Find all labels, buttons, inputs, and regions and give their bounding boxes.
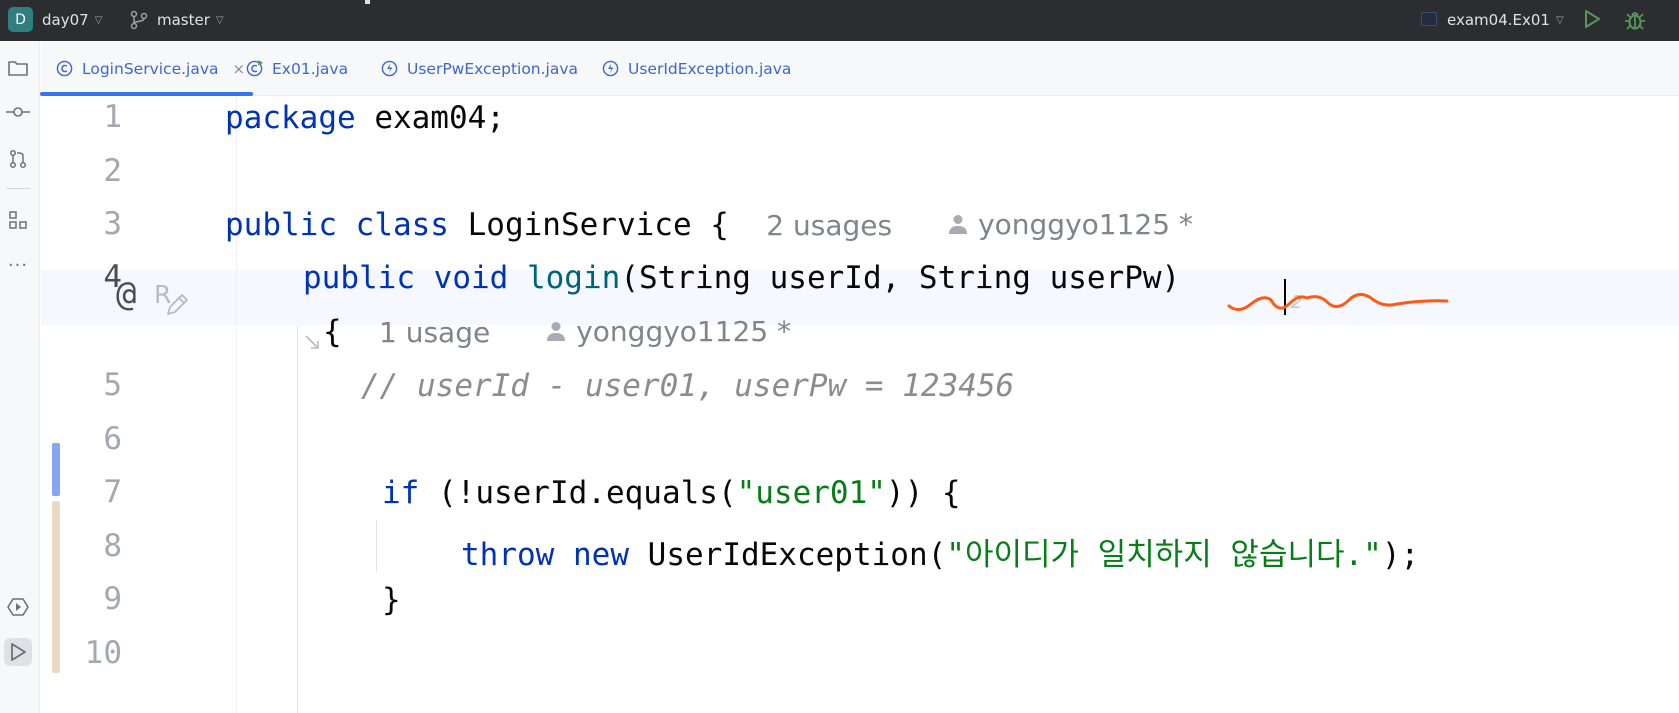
debug-icon[interactable]: [1624, 9, 1646, 31]
keyword: class: [355, 207, 449, 243]
project-name: day07: [42, 11, 89, 29]
run-config-selector[interactable]: exam04.Ex01 ▽: [1447, 11, 1564, 29]
services-tool-button[interactable]: [4, 593, 32, 621]
pull-requests-tool-button[interactable]: [4, 145, 32, 173]
class-icon: [56, 60, 73, 77]
keyword: if: [382, 475, 420, 511]
project-selector[interactable]: day07 ▽: [42, 11, 102, 29]
title-bar: D day07 ▽ master ▽ exam04.Ex01 ▽: [0, 0, 1679, 41]
tab-label: UserPwException.java: [407, 59, 579, 78]
code-text: );: [1381, 537, 1420, 573]
commit-tool-button[interactable]: [4, 98, 32, 126]
toolstrip-divider: [6, 188, 30, 189]
code-text: (!userId.equals(: [419, 475, 737, 511]
code-text: LoginService {: [448, 207, 729, 243]
folder-icon: [8, 61, 28, 76]
line-number-current: 4: [103, 259, 122, 295]
string-literal: "아이디가 일치하지 않습니다.": [946, 537, 1382, 573]
tab-userpwexception[interactable]: UserPwException.java: [381, 41, 578, 96]
red-scribble-annotation: [1227, 293, 1449, 311]
structure-icon: [9, 211, 27, 229]
code-text: (String userId, String userPw): [620, 260, 1199, 296]
chevron-down-icon: ▽: [1555, 15, 1564, 26]
vcs-added-marker[interactable]: [52, 501, 60, 673]
branch-icon: [130, 10, 148, 30]
soft-wrap-arrow-icon: [305, 335, 319, 349]
run-config-icon: [1421, 12, 1437, 26]
code-line-9: }: [382, 582, 401, 618]
tab-loginservice[interactable]: LoginService.java ×: [40, 41, 254, 96]
close-icon[interactable]: ×: [233, 60, 246, 78]
tab-useridexception[interactable]: UserIdException.java: [602, 41, 791, 96]
keyword: package: [225, 100, 356, 136]
more-tool-windows-button[interactable]: ···: [4, 251, 32, 279]
code-comment: // userId - user01, userPw = 123456: [361, 368, 1015, 404]
run-icon: [11, 643, 26, 661]
tab-ex01[interactable]: Ex01.java: [246, 41, 348, 96]
string-literal: "user01": [736, 475, 886, 511]
person-icon: [949, 215, 968, 234]
code-line-4: public void login(String userId, String …: [303, 260, 1199, 296]
run-config-name: exam04.Ex01: [1447, 11, 1550, 29]
services-icon: [7, 598, 29, 616]
chevron-down-icon: ▽: [215, 15, 224, 26]
code-line-3: public class LoginService { 2 usages yon…: [225, 207, 1193, 243]
usages-hint[interactable]: 2 usages: [766, 209, 892, 242]
method-name: login: [526, 260, 621, 296]
commit-icon: [6, 107, 30, 117]
author-hint[interactable]: yonggyo1125 *: [948, 208, 1193, 241]
window-edge-fragment: [365, 0, 370, 4]
line-number: 2: [103, 153, 122, 189]
code-line-1: package exam04;: [225, 100, 505, 136]
branch-selector[interactable]: master ▽: [157, 11, 224, 29]
more-icon: ···: [7, 254, 29, 276]
editor-tab-bar: LoginService.java × Ex01.java UserPwExce…: [40, 41, 1679, 96]
line-number: 5: [103, 367, 122, 403]
keyword: new: [573, 537, 629, 573]
code-text: UserIdException(: [629, 537, 947, 573]
indent-guide: [376, 520, 377, 572]
code-line-8: throw new UserIdException("아이디가 일치하지 않습니…: [461, 529, 1419, 574]
tool-window-strip: ···: [0, 41, 40, 713]
keyword: throw: [461, 537, 555, 573]
code-text: )) {: [885, 475, 961, 511]
structure-tool-button[interactable]: [4, 206, 32, 234]
tab-label: LoginService.java: [82, 59, 219, 78]
author-hint[interactable]: yonggyo1125 *: [546, 315, 791, 348]
tab-label: Ex01.java: [272, 59, 349, 78]
branch-name: master: [157, 11, 210, 29]
chevron-down-icon: ▽: [94, 15, 103, 26]
author-name: yonggyo1125 *: [978, 207, 1193, 241]
pencil-icon[interactable]: [164, 292, 190, 318]
code-line-7: if (!userId.equals("user01")) {: [382, 475, 961, 511]
gutter-divider: [236, 96, 237, 713]
exception-class-icon: [602, 60, 619, 77]
pull-request-icon: [9, 149, 27, 169]
code-line-4-continuation: { 1 usage yonggyo1125 *: [323, 314, 791, 350]
run-icon[interactable]: [1583, 9, 1601, 29]
person-icon: [547, 322, 566, 341]
code-text: exam04;: [355, 100, 505, 136]
code-editor[interactable]: 1 2 3 4 5 6 7 8 9 10 @ R package exam04;…: [41, 96, 1679, 713]
exception-class-icon: [381, 60, 398, 77]
run-tool-button[interactable]: [4, 638, 32, 666]
code-text: }: [382, 582, 401, 618]
keyword: void: [433, 260, 509, 296]
keyword: public: [225, 207, 337, 243]
project-badge[interactable]: D: [8, 7, 33, 32]
editor-gutter: 1 2 3 4 5 6 7 8 9 10 @ R: [41, 96, 237, 713]
runnable-class-icon: [246, 60, 263, 77]
overrides-at-icon[interactable]: @: [116, 274, 136, 314]
keyword: public: [303, 260, 415, 296]
code-text: {: [323, 314, 342, 350]
line-number: 1: [103, 99, 122, 135]
indent-guide: [297, 326, 298, 713]
tab-label: UserIdException.java: [628, 59, 792, 78]
author-name: yonggyo1125 *: [576, 314, 792, 348]
code-line-5: // userId - user01, userPw = 123456: [361, 368, 1014, 404]
project-tool-button[interactable]: [4, 54, 32, 82]
vcs-modified-marker[interactable]: [52, 443, 60, 496]
usages-hint[interactable]: 1 usage: [379, 316, 490, 349]
line-number: 3: [103, 206, 122, 242]
